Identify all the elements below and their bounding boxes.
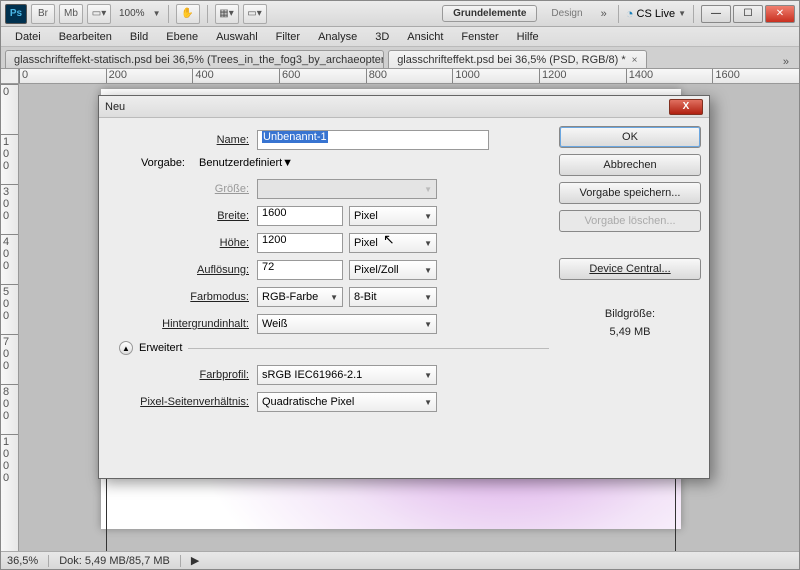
label-psv: Pixel-Seitenverhältnis:: [107, 396, 257, 408]
filesize-display: Bildgröße: 5,49 MB: [559, 306, 701, 341]
farbprofil-select[interactable]: sRGB IEC61966-2.1▼: [257, 365, 437, 385]
ps-logo: Ps: [5, 4, 27, 24]
aufloesung-input[interactable]: 72: [257, 260, 343, 280]
maximize-button[interactable]: ☐: [733, 5, 763, 23]
menu-fenster[interactable]: Fenster: [453, 29, 506, 45]
status-arrow-icon[interactable]: ▶: [191, 554, 199, 567]
vorgabe-loeschen-button: Vorgabe löschen...: [559, 210, 701, 232]
name-input[interactable]: Unbenannt-1: [257, 130, 489, 150]
menu-ansicht[interactable]: Ansicht: [399, 29, 451, 45]
menu-bild[interactable]: Bild: [122, 29, 156, 45]
screen-mode-icon[interactable]: ▭▾: [243, 4, 267, 24]
label-hg: Hintergrundinhalt:: [107, 318, 257, 330]
tab-2[interactable]: glasschrifteffekt.psd bei 36,5% (PSD, RG…: [388, 50, 646, 68]
dialog-close-button[interactable]: X: [669, 99, 703, 115]
cslive-icon: ◔: [626, 6, 634, 21]
title-bar: Ps Br Mb ▭▾ 100%▼ ✋ ▦▾ ▭▾ Grundelemente …: [1, 1, 799, 27]
arrange-icon[interactable]: ▦▾: [215, 4, 239, 24]
minimize-button[interactable]: —: [701, 5, 731, 23]
breite-unit-select[interactable]: Pixel▼: [349, 206, 437, 226]
device-central-button[interactable]: Device Central...: [559, 258, 701, 280]
tab-overflow-icon[interactable]: »: [777, 56, 795, 68]
view-icon[interactable]: ▭▾: [87, 4, 111, 24]
status-bar: 36,5% Dok: 5,49 MB/85,7 MB ▶: [1, 551, 799, 569]
menu-ebene[interactable]: Ebene: [158, 29, 206, 45]
bridge-icon[interactable]: Br: [31, 4, 55, 24]
hg-select[interactable]: Weiß▼: [257, 314, 437, 334]
zoom-level[interactable]: 100%: [115, 8, 149, 19]
menu-hilfe[interactable]: Hilfe: [509, 29, 547, 45]
vorgabe-speichern-button[interactable]: Vorgabe speichern...: [559, 182, 701, 204]
label-aufloesung: Auflösung:: [107, 264, 257, 276]
groesse-select: ▼: [257, 179, 437, 199]
vorgabe-select[interactable]: Benutzerdefiniert▼: [199, 157, 529, 169]
label-erweitert: Erweitert: [139, 342, 182, 354]
more-icon[interactable]: »: [597, 8, 611, 20]
label-farbprofil: Farbprofil:: [107, 369, 257, 381]
label-vorgabe: Vorgabe:: [107, 157, 193, 169]
hoehe-unit-select[interactable]: Pixel▼: [349, 233, 437, 253]
farbtiefe-select[interactable]: 8-Bit▼: [349, 287, 437, 307]
close-icon[interactable]: ×: [632, 55, 638, 66]
ok-button[interactable]: OK: [559, 126, 701, 148]
close-button[interactable]: ✕: [765, 5, 795, 23]
document-tabs: glasschrifteffekt-statisch.psd bei 36,5%…: [1, 47, 799, 69]
ruler-horizontal[interactable]: 02004006008001000120014001600: [19, 69, 799, 84]
menu-auswahl[interactable]: Auswahl: [208, 29, 266, 45]
menu-datei[interactable]: Datei: [7, 29, 49, 45]
menu-analyse[interactable]: Analyse: [310, 29, 365, 45]
dialog-title: Neu: [105, 101, 669, 113]
cs-live[interactable]: ◔ CS Live ▼: [626, 6, 686, 21]
menu-bearbeiten[interactable]: Bearbeiten: [51, 29, 120, 45]
hoehe-input[interactable]: 1200: [257, 233, 343, 253]
status-zoom[interactable]: 36,5%: [7, 555, 49, 567]
psv-select[interactable]: Quadratische Pixel▼: [257, 392, 437, 412]
label-breite: Breite:: [107, 210, 257, 222]
erweitert-toggle[interactable]: ▲: [119, 341, 133, 355]
ruler-corner: [1, 69, 19, 84]
status-dok[interactable]: Dok: 5,49 MB/85,7 MB: [59, 555, 181, 567]
breite-input[interactable]: 1600: [257, 206, 343, 226]
farbmodus-select[interactable]: RGB-Farbe▼: [257, 287, 343, 307]
menu-filter[interactable]: Filter: [268, 29, 308, 45]
label-hoehe: Höhe:: [107, 237, 257, 249]
hand-tool-icon[interactable]: ✋: [176, 4, 200, 24]
label-farbmodus: Farbmodus:: [107, 291, 257, 303]
menu-3d[interactable]: 3D: [367, 29, 397, 45]
ruler-vertical[interactable]: 01 0 03 0 04 0 05 0 07 0 08 0 01 0 0 0: [1, 84, 19, 551]
menu-bar: Datei Bearbeiten Bild Ebene Auswahl Filt…: [1, 27, 799, 47]
new-document-dialog: Neu X Name: Unbenannt-1 Vorgabe: Benutze…: [98, 95, 710, 479]
label-name: Name:: [107, 134, 257, 146]
label-groesse: Größe:: [107, 183, 257, 195]
abbrechen-button[interactable]: Abbrechen: [559, 154, 701, 176]
aufloesung-unit-select[interactable]: Pixel/Zoll▼: [349, 260, 437, 280]
workspace-design[interactable]: Design: [541, 6, 592, 21]
dialog-titlebar[interactable]: Neu X: [99, 96, 709, 118]
mb-icon[interactable]: Mb: [59, 4, 83, 24]
tab-1[interactable]: glasschrifteffekt-statisch.psd bei 36,5%…: [5, 50, 384, 68]
workspace-grundelemente[interactable]: Grundelemente: [442, 5, 537, 22]
